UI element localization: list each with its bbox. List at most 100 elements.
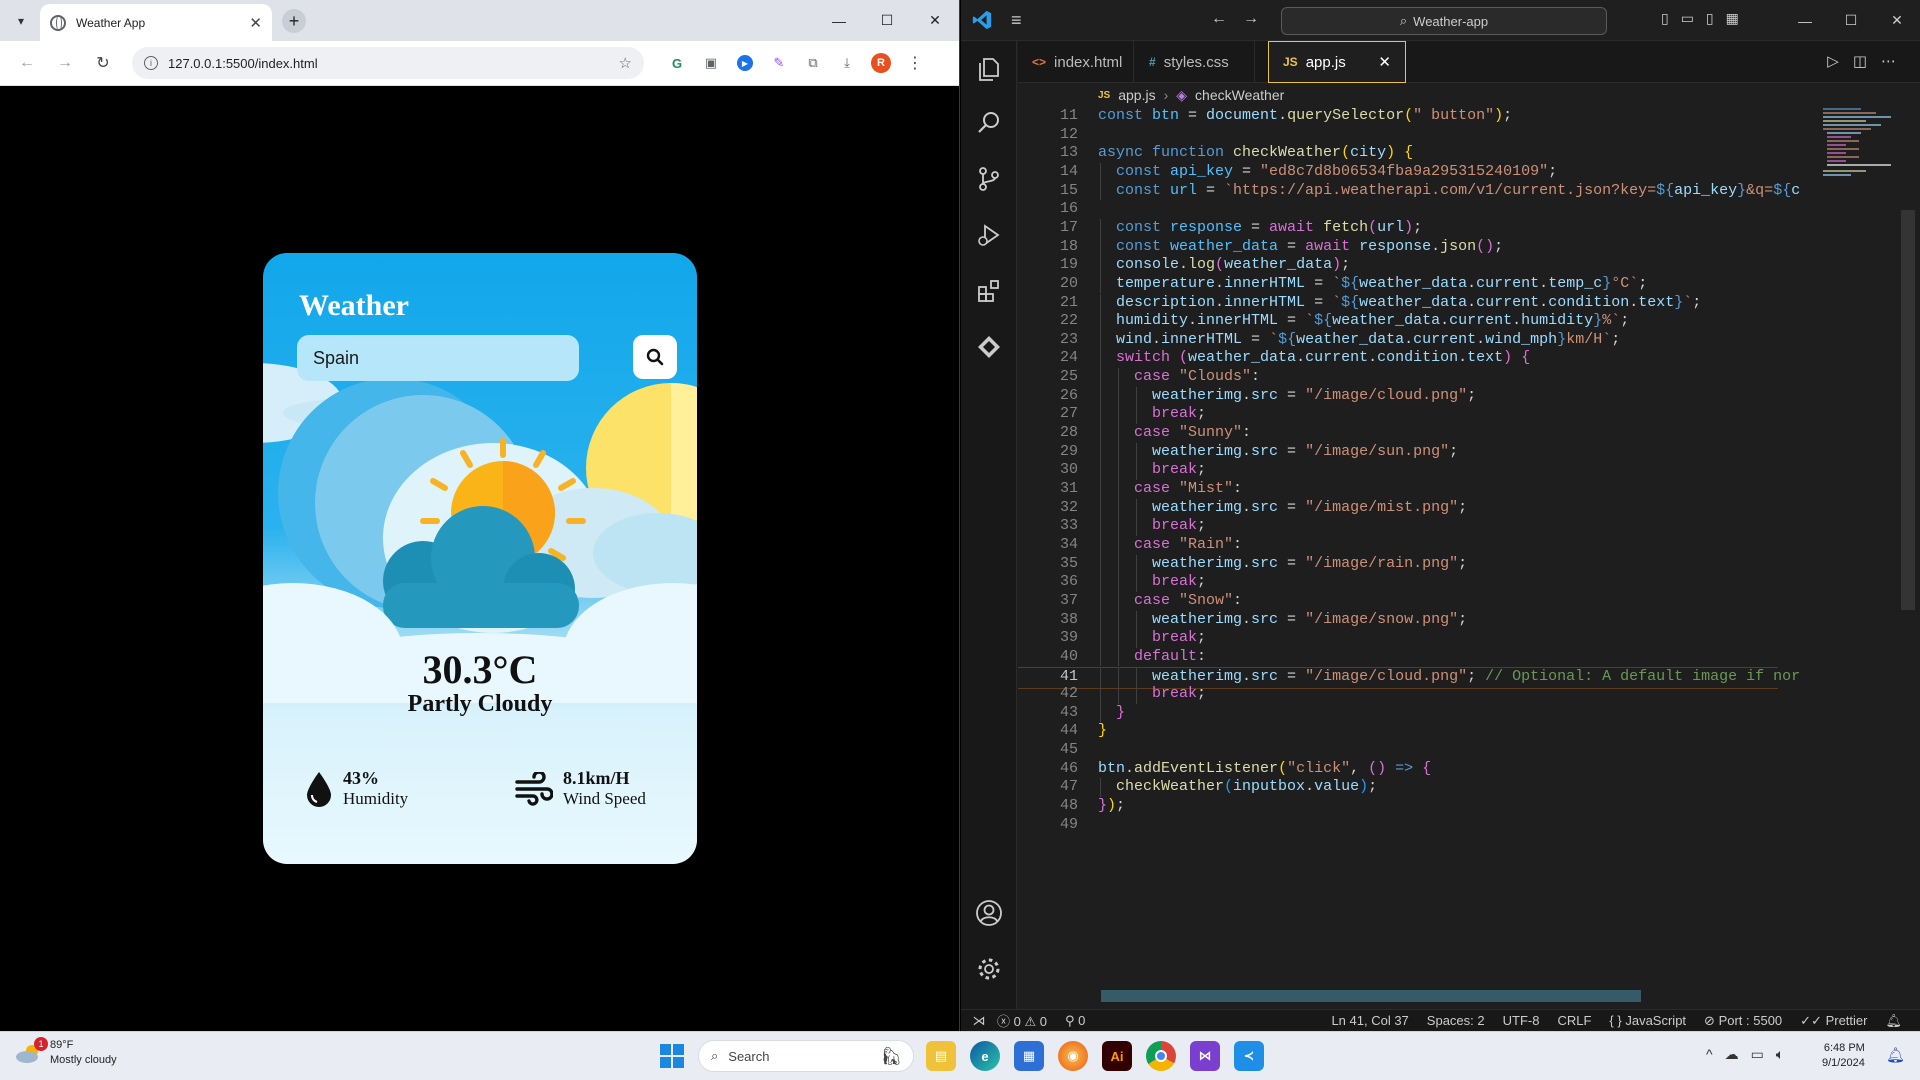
- code-editor[interactable]: 11 const btn = document.querySelector(" b…: [1018, 107, 1800, 991]
- bookmark-star-icon[interactable]: ☆: [619, 54, 632, 72]
- taskbar-search-box[interactable]: ⌕ Search 🦍︎: [698, 1040, 914, 1072]
- taskbar-clock[interactable]: 6:48 PM 9/1/2024: [1822, 1041, 1865, 1072]
- browser-tab-strip: ▾ Weather App ✕ + — ☐ ✕: [0, 0, 959, 41]
- start-button[interactable]: [660, 1044, 684, 1068]
- profile-avatar[interactable]: R: [868, 50, 894, 76]
- breadcrumb-symbol[interactable]: checkWeather: [1195, 87, 1284, 103]
- html-file-icon: <>: [1032, 55, 1047, 69]
- edge-icon[interactable]: e: [970, 1041, 1000, 1071]
- reload-icon[interactable]: ↻: [88, 48, 118, 78]
- menu-icon[interactable]: ≡: [1011, 10, 1022, 31]
- layout-toggle-icons[interactable]: ▯▭▯▦: [1661, 10, 1751, 27]
- site-info-icon[interactable]: i: [144, 56, 158, 70]
- vertical-scrollbar[interactable]: [1901, 210, 1915, 610]
- live-share-icon[interactable]: [971, 329, 1007, 365]
- weather-description: Partly Cloudy: [407, 691, 553, 717]
- visual-studio-icon[interactable]: ⋈: [1190, 1041, 1220, 1071]
- indent-guide: [1136, 685, 1137, 704]
- line-endings[interactable]: CRLF: [1557, 1013, 1591, 1028]
- notifications-bell-icon[interactable]: 🔔︎: [1885, 1013, 1902, 1029]
- code-text: weatherimg.src = "/image/cloud.png";: [1152, 386, 1477, 404]
- code-text: case "Mist":: [1134, 480, 1243, 497]
- extensions-icon[interactable]: [971, 273, 1007, 309]
- firefox-icon[interactable]: ◉: [1058, 1041, 1088, 1071]
- prettier-status[interactable]: ✓✓ Prettier: [1800, 1013, 1867, 1029]
- explorer-icon[interactable]: [971, 51, 1007, 87]
- system-tray-icons[interactable]: ^☁▭🔈︎: [1706, 1046, 1796, 1063]
- remote-icon[interactable]: ⋊: [961, 1013, 997, 1029]
- vscode-window-controls: — ☐ ✕: [1782, 0, 1920, 41]
- account-icon[interactable]: [971, 895, 1007, 931]
- new-tab-button[interactable]: +: [282, 9, 306, 33]
- city-search-input[interactable]: Spain: [297, 335, 579, 381]
- pen-extension-icon[interactable]: ✎: [766, 50, 792, 76]
- source-control-icon[interactable]: [971, 161, 1007, 197]
- forward-icon[interactable]: →: [50, 48, 80, 78]
- run-debug-icon[interactable]: [971, 217, 1007, 253]
- tab-search-icon[interactable]: ▾: [10, 10, 32, 32]
- chrome-icon[interactable]: [1146, 1041, 1176, 1071]
- notification-bell-icon[interactable]: 🔔︎: [1886, 1046, 1905, 1064]
- problems-indicator[interactable]: ⓧ 0 ⚠ 0: [997, 1011, 1047, 1030]
- grammarly-extension-icon[interactable]: G: [664, 50, 690, 76]
- tab-index-html[interactable]: <> index.html: [1018, 41, 1134, 83]
- indent-guide: [1118, 591, 1119, 611]
- url-text[interactable]: 127.0.0.1:5500/index.html: [168, 56, 609, 71]
- close-tab-icon[interactable]: ✕: [249, 14, 262, 32]
- code-text: case "Sunny":: [1134, 424, 1252, 442]
- indent-guide: [1100, 218, 1101, 238]
- extensions-puzzle-icon[interactable]: ⧉: [800, 50, 826, 76]
- encoding[interactable]: UTF-8: [1503, 1013, 1540, 1028]
- line-number: 20: [1059, 274, 1078, 292]
- line-number: 35: [1059, 554, 1078, 572]
- address-bar[interactable]: i 127.0.0.1:5500/index.html ☆: [132, 47, 644, 79]
- weather-temp: 89°F: [50, 1039, 74, 1051]
- store-icon[interactable]: ▦: [1014, 1041, 1044, 1071]
- nav-arrows[interactable]: ←→: [1211, 10, 1275, 28]
- maximize-icon[interactable]: ☐: [863, 0, 911, 41]
- breadcrumb-file[interactable]: app.js: [1118, 87, 1155, 103]
- browser-tab-weather-app[interactable]: Weather App ✕: [40, 4, 272, 41]
- line-number: 16: [1059, 200, 1078, 218]
- code-line[interactable]: 49: [1018, 816, 1778, 839]
- vscode-taskbar-icon[interactable]: ≺: [1234, 1041, 1264, 1071]
- minimize-icon[interactable]: —: [1782, 0, 1828, 41]
- minimize-icon[interactable]: —: [815, 0, 863, 41]
- ports-indicator[interactable]: ⚲ 0: [1065, 1013, 1085, 1029]
- line-number: 13: [1059, 144, 1078, 162]
- screenshot-extension-icon[interactable]: ▣: [698, 50, 724, 76]
- download-icon[interactable]: ⤓: [834, 50, 860, 76]
- horizontal-scrollbar[interactable]: [1101, 990, 1641, 1002]
- indentation[interactable]: Spaces: 2: [1427, 1013, 1485, 1028]
- tab-styles-css[interactable]: # styles.css: [1135, 41, 1255, 83]
- indent-guide: [1100, 647, 1101, 667]
- close-tab-icon[interactable]: ✕: [1378, 53, 1391, 71]
- illustrator-icon[interactable]: Ai: [1102, 1041, 1132, 1071]
- media-extension-icon[interactable]: ▶: [732, 50, 758, 76]
- search-button[interactable]: [633, 335, 677, 379]
- taskbar-weather-widget[interactable]: 1 89°F Mostly cloudy: [14, 1036, 117, 1068]
- command-center[interactable]: ⌕ Weather-app: [1281, 7, 1607, 35]
- cursor-position[interactable]: Ln 41, Col 37: [1331, 1013, 1408, 1028]
- tab-app-js[interactable]: JS app.js ✕: [1268, 41, 1406, 83]
- language-mode[interactable]: { } JavaScript: [1609, 1013, 1686, 1028]
- settings-gear-icon[interactable]: [971, 951, 1007, 987]
- close-window-icon[interactable]: ✕: [911, 0, 959, 41]
- file-explorer-icon[interactable]: ▤: [926, 1041, 956, 1071]
- back-icon[interactable]: ←: [12, 48, 42, 78]
- indent-guide: [1118, 368, 1119, 387]
- browser-menu-icon[interactable]: ⋮: [902, 50, 928, 76]
- indent-guide: [1136, 442, 1137, 462]
- minimap[interactable]: [1821, 107, 1903, 207]
- browser-toolbar: ← → ↻ i 127.0.0.1:5500/index.html ☆ G ▣ …: [0, 41, 959, 86]
- editor-actions[interactable]: ▷◫⋯: [1827, 52, 1910, 70]
- indent-guide: [1100, 424, 1101, 443]
- line-number: 12: [1059, 125, 1078, 143]
- line-number: 43: [1059, 703, 1078, 721]
- close-window-icon[interactable]: ✕: [1874, 0, 1920, 41]
- live-server-port[interactable]: ⊘ Port : 5500: [1704, 1013, 1782, 1029]
- maximize-icon[interactable]: ☐: [1828, 0, 1874, 41]
- humidity-label: Humidity: [343, 789, 409, 808]
- search-icon[interactable]: [971, 105, 1007, 141]
- tab-title: Weather App: [76, 15, 146, 30]
